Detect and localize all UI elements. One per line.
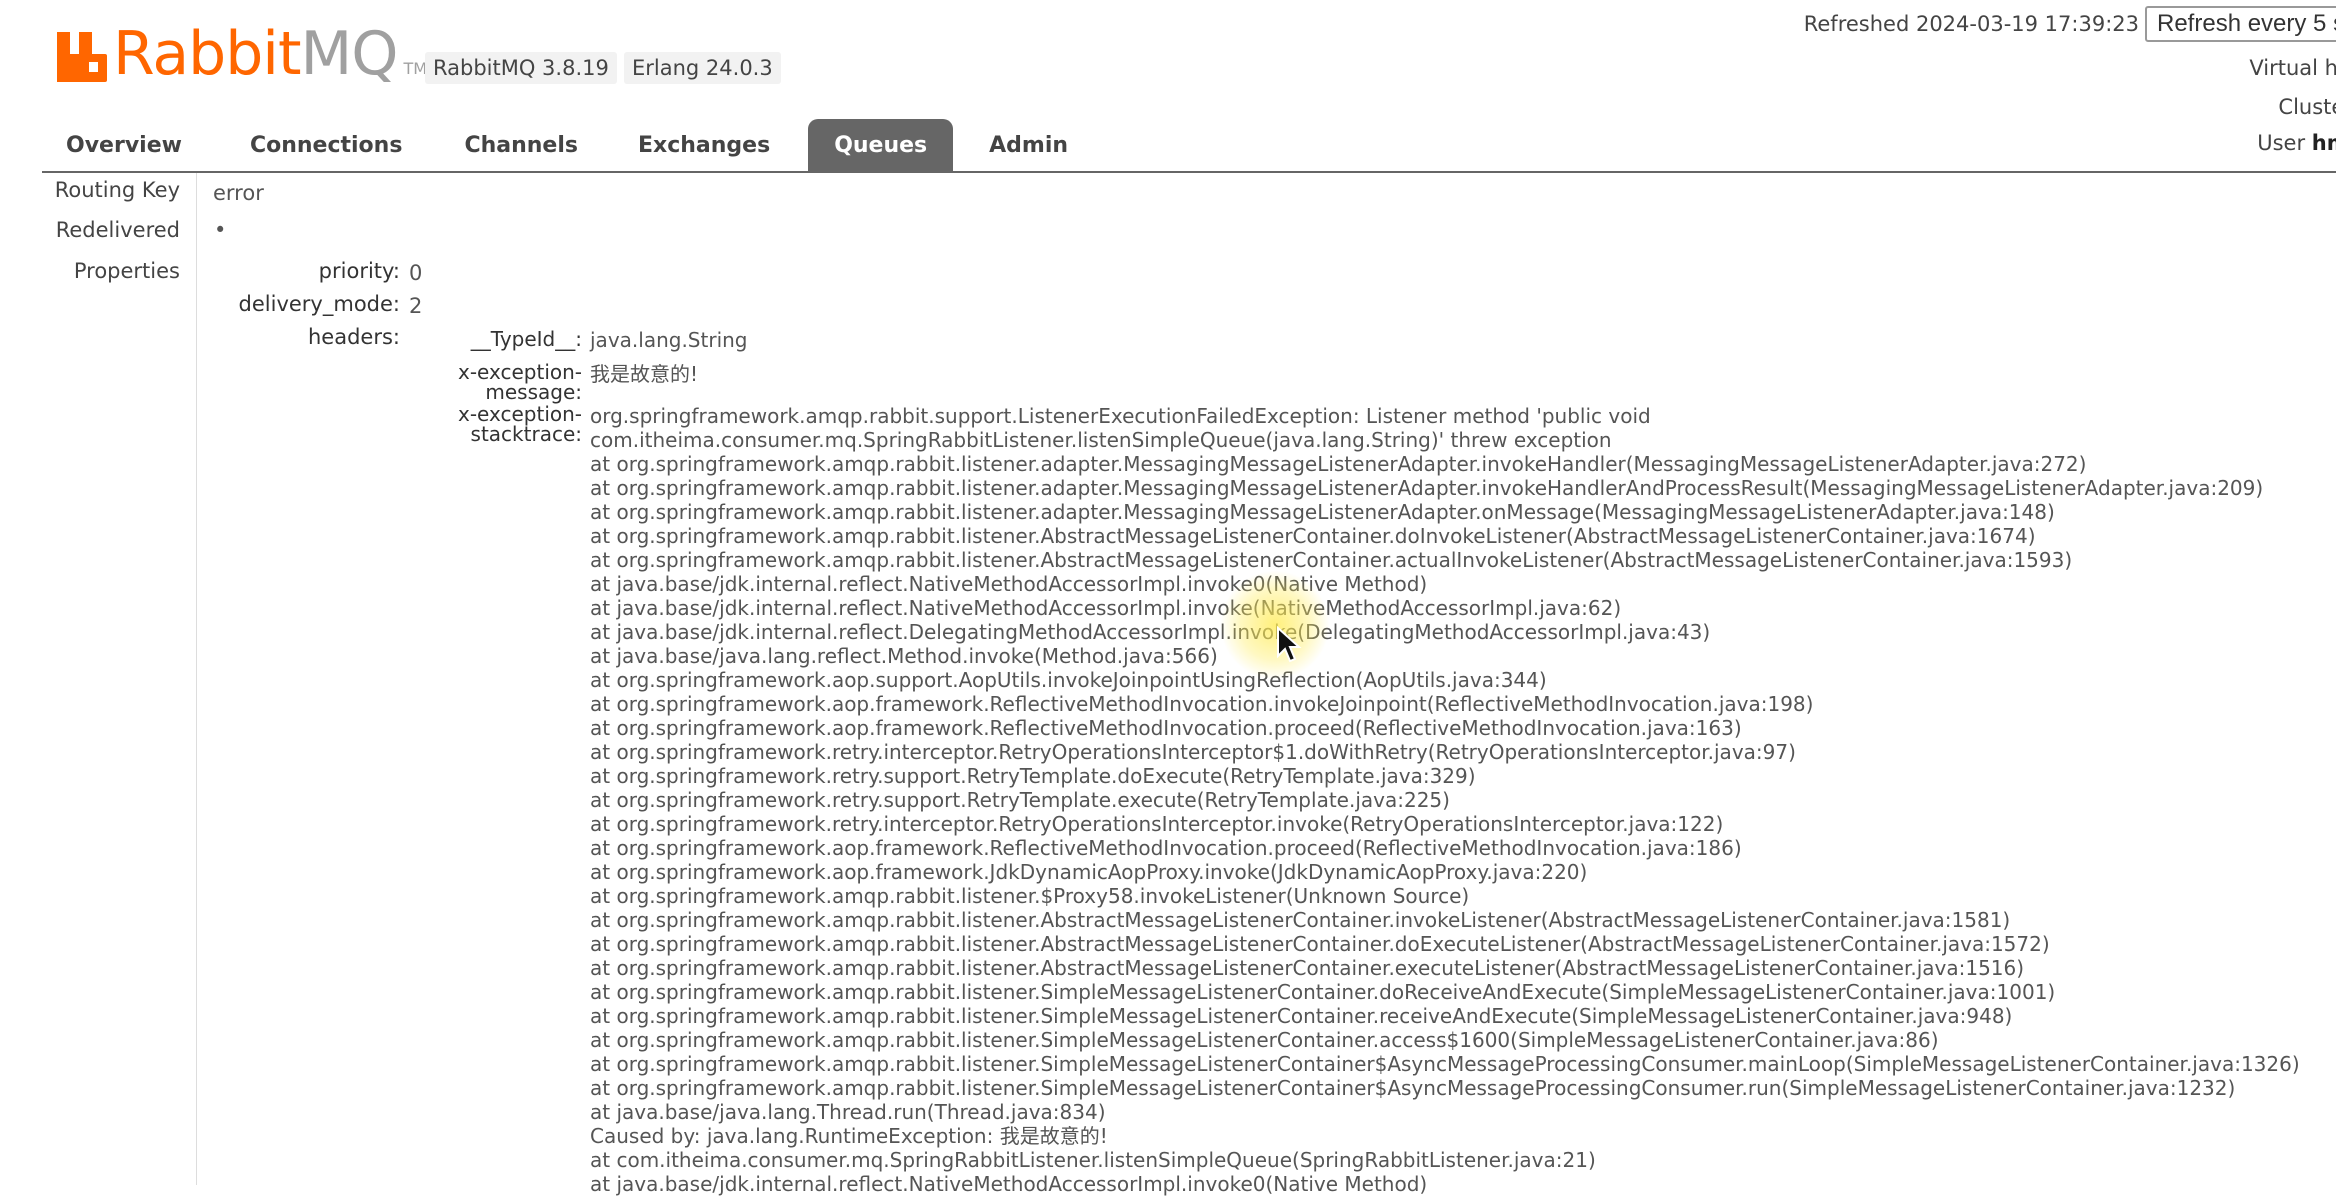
- headers-label: headers:: [308, 325, 400, 349]
- exception-stacktrace: org.springframework.amqp.rabbit.support.…: [590, 404, 2330, 1196]
- exception-message-label-line1: x-exception-: [457, 360, 582, 384]
- delivery-mode-label: delivery_mode:: [238, 292, 400, 316]
- stacktrace-line: at org.springframework.aop.framework.Ref…: [590, 836, 1742, 860]
- tab-queues[interactable]: Queues: [808, 119, 954, 172]
- rabbitmq-logo[interactable]: RabbitMQ TM: [57, 22, 428, 84]
- priority-label: priority:: [318, 259, 400, 283]
- nav-underline: [42, 171, 2336, 173]
- stacktrace-line: at java.base/java.lang.Thread.run(Thread…: [590, 1100, 1106, 1124]
- stacktrace-line: org.springframework.amqp.rabbit.support.…: [590, 404, 1651, 428]
- user-info: User hmal: [2150, 131, 2336, 155]
- stacktrace-line: at com.itheima.consumer.mq.SpringRabbitL…: [590, 1148, 1596, 1172]
- virtual-host-label: Virtual host: [2249, 56, 2336, 80]
- typeid-value: java.lang.String: [590, 328, 748, 352]
- tab-exchanges[interactable]: Exchanges: [600, 119, 808, 172]
- stacktrace-line: at org.springframework.aop.framework.Jdk…: [590, 860, 1588, 884]
- refreshed-timestamp: Refreshed 2024-03-19 17:39:23: [1803, 12, 2139, 36]
- erlang-version-badge: Erlang 24.0.3: [624, 52, 781, 84]
- tab-channels[interactable]: Channels: [424, 119, 600, 172]
- stacktrace-line: at org.springframework.retry.support.Ret…: [590, 764, 1476, 788]
- tab-admin[interactable]: Admin: [953, 119, 1090, 172]
- cluster-info: Cluster r: [2150, 95, 2336, 119]
- exception-stacktrace-label-line2: stacktrace:: [470, 422, 582, 446]
- stacktrace-line: at org.springframework.amqp.rabbit.liste…: [590, 500, 2055, 524]
- cluster-label: Cluster: [2278, 95, 2336, 119]
- redelivered-label: Redelivered: [55, 218, 180, 242]
- stacktrace-line: at org.springframework.retry.interceptor…: [590, 812, 1724, 836]
- stacktrace-line: at org.springframework.amqp.rabbit.liste…: [590, 884, 1470, 908]
- stacktrace-line: at org.springframework.amqp.rabbit.liste…: [590, 548, 2073, 572]
- stacktrace-line: at java.base/jdk.internal.reflect.Native…: [590, 596, 1622, 620]
- refresh-interval-select[interactable]: Refresh every 5 seconds: [2145, 6, 2336, 42]
- stacktrace-line: at org.springframework.amqp.rabbit.liste…: [590, 956, 2025, 980]
- logo-mq-text: MQ: [300, 19, 399, 89]
- cursor-highlight: [1220, 570, 1330, 680]
- stacktrace-line: at org.springframework.amqp.rabbit.liste…: [590, 908, 2011, 932]
- main-nav: Overview Connections Channels Exchanges …: [44, 119, 1090, 172]
- logo-trademark: TM: [403, 59, 428, 78]
- stacktrace-line: at java.base/jdk.internal.reflect.Native…: [590, 572, 1428, 596]
- routing-key-value: error: [213, 181, 264, 205]
- stacktrace-line: at org.springframework.retry.interceptor…: [590, 740, 1796, 764]
- stacktrace-line: at java.base/jdk.internal.reflect.Native…: [590, 1172, 1428, 1196]
- stacktrace-line: at java.base/java.lang.reflect.Method.in…: [590, 644, 1218, 668]
- exception-message-value: 我是故意的!: [590, 362, 699, 386]
- tab-overview[interactable]: Overview: [44, 119, 204, 172]
- delivery-mode-value: 2: [409, 294, 423, 318]
- tab-connections[interactable]: Connections: [204, 119, 424, 172]
- column-divider: [196, 173, 197, 1185]
- mouse-pointer-icon: [1277, 626, 1302, 663]
- rabbitmq-version-badge: RabbitMQ 3.8.19: [425, 52, 617, 84]
- stacktrace-line: at org.springframework.amqp.rabbit.liste…: [590, 524, 2036, 548]
- stacktrace-line: at java.base/jdk.internal.reflect.Delega…: [590, 620, 1711, 644]
- stacktrace-line: at org.springframework.aop.framework.Ref…: [590, 716, 1742, 740]
- rabbit-logo-icon: [57, 32, 107, 82]
- exception-stacktrace-label: x-exception- stacktrace:: [458, 404, 582, 444]
- logo-wordmark: RabbitMQ: [113, 24, 399, 84]
- priority-value: 0: [409, 261, 423, 285]
- properties-label: Properties: [73, 259, 180, 283]
- stacktrace-line: at org.springframework.amqp.rabbit.liste…: [590, 452, 2087, 476]
- stacktrace-line: at org.springframework.amqp.rabbit.liste…: [590, 1052, 2300, 1076]
- stacktrace-line: at org.springframework.amqp.rabbit.liste…: [590, 476, 2264, 500]
- redelivered-value: •: [214, 218, 227, 242]
- typeid-label: __TypeId__:: [470, 327, 582, 351]
- stacktrace-line: at org.springframework.amqp.rabbit.liste…: [590, 1004, 2013, 1028]
- stacktrace-line: at org.springframework.retry.support.Ret…: [590, 788, 1450, 812]
- stacktrace-line: at org.springframework.amqp.rabbit.liste…: [590, 932, 2050, 956]
- stacktrace-line: at org.springframework.amqp.rabbit.liste…: [590, 980, 2056, 1004]
- stacktrace-line: Caused by: java.lang.RuntimeException: 我…: [590, 1124, 1108, 1148]
- stacktrace-line: com.itheima.consumer.mq.SpringRabbitList…: [590, 428, 1612, 452]
- user-value[interactable]: hmal: [2312, 131, 2336, 155]
- stacktrace-line: at org.springframework.aop.framework.Ref…: [590, 692, 1814, 716]
- user-label: User: [2257, 131, 2306, 155]
- logo-rabbit-text: Rabbit: [113, 19, 302, 89]
- exception-message-label-line2: message:: [485, 380, 582, 404]
- stacktrace-line: at org.springframework.amqp.rabbit.liste…: [590, 1028, 1939, 1052]
- exception-message-label: x-exception- message:: [458, 362, 582, 402]
- routing-key-label: Routing Key: [54, 178, 180, 202]
- stacktrace-line: at org.springframework.aop.support.AopUt…: [590, 668, 1547, 692]
- exception-stacktrace-label-line1: x-exception-: [457, 402, 582, 426]
- stacktrace-line: at org.springframework.amqp.rabbit.liste…: [590, 1076, 2236, 1100]
